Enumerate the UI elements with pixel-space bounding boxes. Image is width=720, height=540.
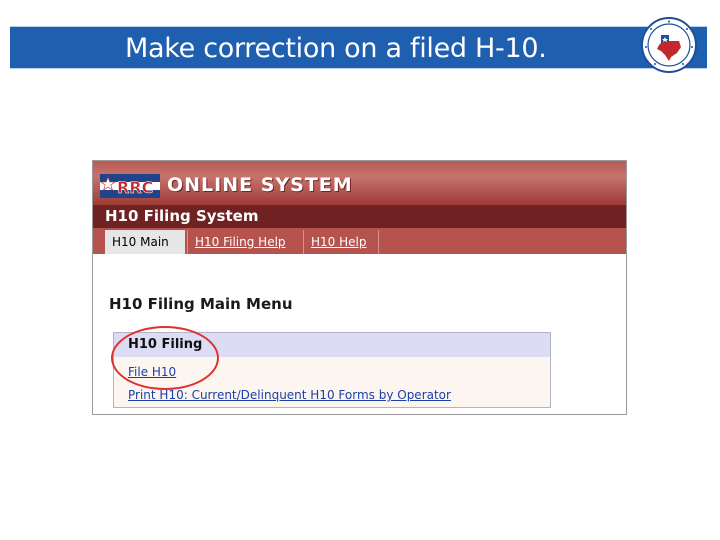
print-h10-link[interactable]: Print H10: Current/Delinquent H10 Forms … — [128, 387, 451, 403]
slide-title: Make correction on a filed H-10. — [125, 33, 547, 64]
tab-h10-filing-help[interactable]: H10 Filing Help — [187, 230, 301, 254]
tab-h10-help[interactable]: H10 Help — [303, 230, 379, 254]
menu-heading: H10 Filing Main Menu — [109, 295, 293, 313]
system-title: H10 Filing System — [105, 207, 259, 225]
menu-box-title: H10 Filing — [128, 337, 203, 352]
h10-filing-menu: H10 Filing File H10 Print H10: Current/D… — [113, 332, 551, 408]
file-h10-link[interactable]: File H10 — [128, 364, 176, 380]
texas-seal-icon — [641, 17, 697, 73]
tab-bar: H10 Main H10 Filing Help H10 Help — [93, 228, 626, 254]
app-header: RRC ONLINE SYSTEM — [93, 161, 626, 205]
app-screenshot: RRC ONLINE SYSTEM H10 Filing System H10 … — [92, 160, 627, 415]
system-subheader: H10 Filing System — [93, 205, 626, 228]
tab-h10-main[interactable]: H10 Main — [105, 230, 185, 254]
svg-text:RRC: RRC — [117, 178, 153, 197]
menu-box-header: H10 Filing — [114, 333, 550, 357]
online-system-banner: ONLINE SYSTEM — [167, 174, 353, 196]
rrc-logo-icon: RRC — [100, 174, 160, 198]
